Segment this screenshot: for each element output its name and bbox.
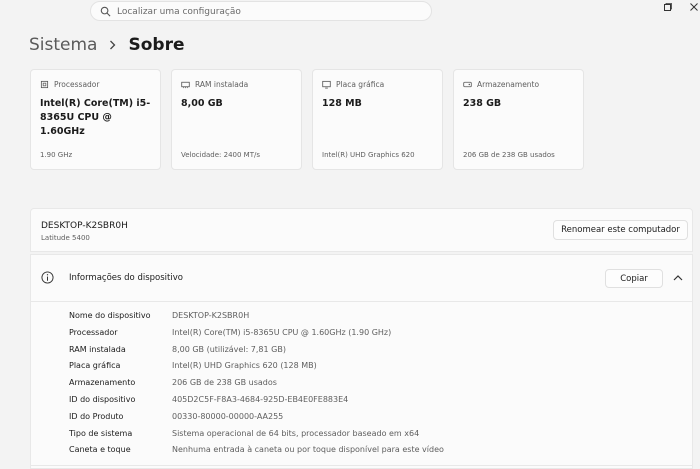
spec-value: 405D2C5F-F8A3-4684-925D-EB4E0FE883E4 bbox=[172, 394, 349, 404]
card-detail: 206 GB de 238 GB usados bbox=[463, 151, 555, 159]
breadcrumb-parent-link[interactable]: Sistema bbox=[29, 35, 97, 55]
spec-label: Processador bbox=[69, 327, 118, 337]
ram-card: RAM instalada 8,00 GB Velocidade: 2400 M… bbox=[171, 69, 302, 170]
storage-icon bbox=[463, 81, 472, 88]
close-button[interactable] bbox=[684, 0, 700, 14]
device-name: DESKTOP-K2SBR0H bbox=[41, 221, 128, 231]
spec-value: Sistema operacional de 64 bits, processa… bbox=[172, 428, 420, 438]
spec-value: 206 GB de 238 GB usados bbox=[172, 378, 277, 388]
card-label: Processador bbox=[54, 80, 100, 89]
spec-value: Intel(R) Core(TM) i5-8365U CPU @ 1.60GHz… bbox=[172, 327, 392, 337]
card-label: Armazenamento bbox=[477, 80, 540, 89]
spec-label: ID do dispositivo bbox=[69, 394, 136, 404]
graphics-card: Placa gráfica 128 MB Intel(R) UHD Graphi… bbox=[312, 69, 443, 170]
breadcrumb: Sistema Sobre bbox=[29, 33, 185, 57]
card-value: Intel(R) Core(TM) i5-8365U CPU @ 1.60GHz bbox=[40, 98, 151, 137]
card-label: Placa gráfica bbox=[336, 80, 385, 89]
maximize-button[interactable] bbox=[658, 0, 678, 14]
spec-value: Nenhuma entrada à caneta ou por toque di… bbox=[172, 445, 444, 455]
card-value: 238 GB bbox=[463, 98, 502, 109]
spec-label: Tipo de sistema bbox=[69, 428, 133, 438]
device-info-section: Informações do dispositivo Copiar Nome d… bbox=[30, 254, 693, 469]
divider bbox=[31, 301, 692, 302]
spec-label: Caneta e toque bbox=[69, 445, 131, 455]
spec-value: Intel(R) UHD Graphics 620 (128 MB) bbox=[172, 361, 317, 371]
storage-card: Armazenamento 238 GB 206 GB de 238 GB us… bbox=[453, 69, 584, 170]
device-model: Latitude 5400 bbox=[41, 234, 90, 242]
spec-value: 8,00 GB (utilizável: 7,81 GB) bbox=[172, 344, 286, 354]
card-detail: Velocidade: 2400 MT/s bbox=[181, 151, 260, 159]
card-label: RAM instalada bbox=[195, 80, 249, 89]
device-info-title: Informações do dispositivo bbox=[69, 273, 183, 283]
processor-icon bbox=[40, 80, 49, 89]
maximize-icon bbox=[664, 3, 672, 11]
card-detail: 1.90 GHz bbox=[40, 151, 73, 159]
search-icon bbox=[100, 6, 111, 17]
spec-label: RAM instalada bbox=[69, 344, 126, 354]
close-icon bbox=[690, 3, 698, 11]
chevron-up-icon[interactable] bbox=[673, 274, 683, 282]
device-name-panel: DESKTOP-K2SBR0H Latitude 5400 Renomear e… bbox=[30, 208, 693, 252]
search-box[interactable] bbox=[90, 1, 432, 21]
card-value: 128 MB bbox=[322, 98, 362, 109]
info-icon bbox=[41, 271, 54, 284]
search-input[interactable] bbox=[117, 4, 417, 19]
graphics-card-icon bbox=[322, 80, 331, 89]
spec-label: Placa gráfica bbox=[69, 361, 121, 371]
device-info-header[interactable]: Informações do dispositivo Copiar bbox=[31, 255, 692, 301]
spec-label: Nome do dispositivo bbox=[69, 311, 151, 320]
rename-pc-button[interactable]: Renomear este computador bbox=[553, 220, 688, 240]
card-value: 8,00 GB bbox=[181, 98, 223, 109]
processor-card: Processador Intel(R) Core(TM) i5-8365U C… bbox=[30, 69, 161, 170]
spec-value: DESKTOP-K2SBR0H bbox=[172, 311, 250, 320]
title-bar bbox=[0, 0, 700, 24]
spec-label: Armazenamento bbox=[69, 378, 136, 388]
card-detail: Intel(R) UHD Graphics 620 bbox=[322, 151, 415, 159]
copy-button[interactable]: Copiar bbox=[605, 269, 663, 288]
page-title: Sobre bbox=[128, 35, 185, 55]
spec-value: 00330-80000-00000-AA255 bbox=[172, 411, 284, 421]
ram-icon bbox=[181, 81, 190, 89]
spec-label: ID do Produto bbox=[69, 411, 124, 421]
chevron-right-icon bbox=[109, 40, 116, 50]
divider bbox=[31, 465, 692, 466]
